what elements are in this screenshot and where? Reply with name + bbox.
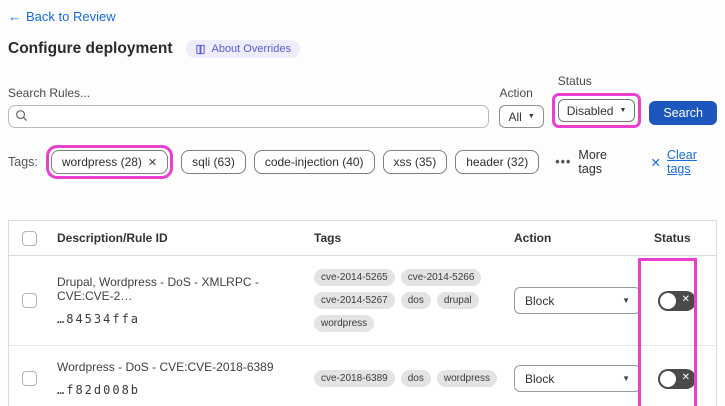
action-select-value: Block <box>525 371 555 386</box>
rule-tag-badge: dos <box>400 370 431 387</box>
column-header-description: Description/Rule ID <box>57 231 168 245</box>
rule-tag-badge: wordpress <box>314 315 375 332</box>
more-tags-label: More tags <box>578 148 607 176</box>
action-filter-label: Action <box>499 86 533 100</box>
rule-tag-badge: dos <box>400 292 431 309</box>
tag-filter-code-injection[interactable]: code-injection (40) <box>253 150 375 174</box>
remove-tag-icon[interactable]: ✕ <box>148 156 157 169</box>
configure-deployment-page: ← Back to Review Configure deployment Ab… <box>0 0 725 406</box>
search-button[interactable]: Search <box>649 101 717 125</box>
clear-tags-label: Clear tags <box>667 148 697 176</box>
rule-tag-badge: cve-2014-5265 <box>314 269 395 286</box>
search-icon <box>15 109 28 127</box>
action-select[interactable]: Block ▼ <box>514 365 641 392</box>
table-header-row: Description/Rule ID Tags Action Status <box>9 221 716 256</box>
tag-filter-xss[interactable]: xss (35) <box>382 150 448 174</box>
table-row: Wordpress - DoS - CVE:CVE-2018-6389 …f82… <box>9 346 716 406</box>
clear-tags-icon: ✕ <box>650 155 661 170</box>
status-filter-value: Disabled <box>566 103 614 118</box>
rule-description: Wordpress - DoS - CVE:CVE-2018-6389 <box>57 359 274 374</box>
chevron-down-icon: ▼ <box>622 296 630 305</box>
rule-tag-badge: cve-2018-6389 <box>314 370 395 387</box>
column-header-status: Status <box>654 231 691 245</box>
status-filter-highlight: Disabled ▼ <box>551 93 642 128</box>
tag-filter-header[interactable]: header (32) <box>455 150 540 174</box>
clear-tags-button[interactable]: ✕ Clear tags <box>651 148 717 176</box>
table-row: Drupal, Wordpress - DoS - XMLRPC - CVE:C… <box>9 256 716 346</box>
status-filter-label: Status <box>557 74 592 88</box>
about-overrides-badge[interactable]: About Overrides <box>186 40 300 58</box>
toggle-knob <box>660 370 676 387</box>
tag-filter-wordpress[interactable]: wordpress (28) ✕ <box>50 150 169 174</box>
rule-id: …84534ffa <box>57 312 141 327</box>
action-filter-value: All <box>508 109 522 124</box>
back-arrow-icon: ← <box>8 9 21 24</box>
chevron-down-icon: ▼ <box>619 107 627 114</box>
selected-tag-label: wordpress (28) <box>61 155 142 169</box>
rule-description: Drupal, Wordpress - DoS - XMLRPC - CVE:C… <box>57 274 259 303</box>
chevron-down-icon: ▼ <box>527 113 535 120</box>
page-title: Configure deployment <box>8 40 173 57</box>
back-to-review-link[interactable]: ← Back to Review <box>8 9 116 24</box>
row-checkbox[interactable] <box>21 293 37 308</box>
selected-tag-highlight: wordpress (28) ✕ <box>45 145 174 179</box>
more-tags-button[interactable]: ••• More tags <box>555 148 626 176</box>
rule-tag-badge: cve-2014-5267 <box>314 292 395 309</box>
search-rules-label: Search Rules... <box>8 86 91 100</box>
rule-tag-badge: cve-2014-5266 <box>400 269 482 286</box>
book-icon <box>195 44 206 55</box>
search-rules-input[interactable] <box>8 105 490 128</box>
column-header-action: Action <box>514 231 552 245</box>
rule-tag-badge: wordpress <box>436 370 497 387</box>
action-select-value: Block <box>525 293 555 308</box>
about-overrides-label: About Overrides <box>211 43 291 55</box>
status-toggle-off[interactable]: ✕ <box>658 368 696 389</box>
rule-tag-badge: drupal <box>436 292 479 309</box>
back-link-label: Back to Review <box>26 9 116 24</box>
select-all-checkbox[interactable] <box>21 230 37 246</box>
rule-id: …f82d008b <box>57 383 141 398</box>
row-checkbox[interactable] <box>21 371 37 386</box>
status-filter-dropdown[interactable]: Disabled ▼ <box>557 99 636 122</box>
action-select[interactable]: Block ▼ <box>514 287 641 314</box>
column-header-tags: Tags <box>314 231 342 245</box>
chevron-down-icon: ▼ <box>622 374 630 383</box>
action-filter-dropdown[interactable]: All ▼ <box>499 105 544 128</box>
tag-filter-sqli[interactable]: sqli (63) <box>181 150 246 174</box>
tags-bar-label: Tags: <box>8 155 38 169</box>
toggle-x-icon: ✕ <box>681 371 690 383</box>
toggle-knob <box>660 292 676 309</box>
ellipsis-icon: ••• <box>555 155 572 169</box>
toggle-x-icon: ✕ <box>681 293 690 305</box>
rules-table: Description/Rule ID Tags Action Status D… <box>8 220 717 406</box>
status-toggle-off[interactable]: ✕ <box>658 290 696 311</box>
